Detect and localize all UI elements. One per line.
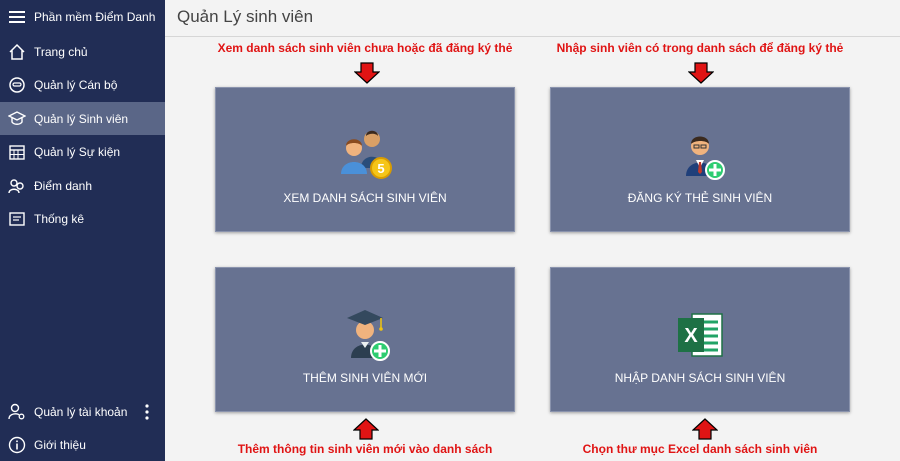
sidebar-item-label: Quản lý Cán bộ bbox=[34, 77, 118, 92]
view-student-list-tile[interactable]: 5 XEM DANH SÁCH SINH VIÊN bbox=[215, 87, 515, 232]
arrow-up-icon bbox=[692, 418, 718, 440]
tile-caption: Nhập sinh viên có trong danh sách để đăn… bbox=[556, 41, 844, 55]
sidebar-item-label: Trang chủ bbox=[34, 44, 88, 59]
tile-label: XEM DANH SÁCH SINH VIÊN bbox=[283, 191, 447, 205]
sidebar-item-label: Quản lý Sự kiện bbox=[34, 144, 121, 159]
person-add-icon bbox=[686, 136, 725, 180]
sidebar-item-attendance[interactable]: Điểm danh bbox=[0, 169, 165, 202]
app-title: Phần mềm Điểm Danh bbox=[34, 9, 156, 24]
sidebar-item-events[interactable]: Quản lý Sự kiện bbox=[0, 135, 165, 168]
svg-text:X: X bbox=[684, 325, 698, 347]
sidebar-item-home[interactable]: Trang chủ bbox=[0, 35, 165, 68]
svg-text:5: 5 bbox=[377, 161, 384, 176]
students-coin-icon: 5 bbox=[341, 130, 392, 179]
sidebar-item-label: Quản lý Sinh viên bbox=[34, 111, 129, 126]
staff-icon bbox=[7, 75, 27, 95]
graduation-cap-icon bbox=[7, 109, 27, 129]
sidebar-item-statistics[interactable]: Thống kê bbox=[0, 202, 165, 235]
info-icon bbox=[7, 435, 27, 455]
header-bar: Quản Lý sinh viên bbox=[165, 0, 900, 37]
sidebar-item-label: Thống kê bbox=[34, 211, 85, 226]
page-title: Quản Lý sinh viên bbox=[177, 7, 314, 26]
menu-toggle[interactable]: Phần mềm Điểm Danh bbox=[0, 0, 165, 33]
excel-icon: X bbox=[678, 313, 723, 357]
hamburger-icon bbox=[7, 7, 27, 27]
sidebar-item-staff[interactable]: Quản lý Cán bộ bbox=[0, 68, 165, 101]
sidebar-item-students[interactable]: Quản lý Sinh viên bbox=[0, 102, 165, 135]
add-new-student-tile[interactable]: THÊM SINH VIÊN MỚI bbox=[215, 267, 515, 412]
import-student-list-tile[interactable]: X NHẬP DANH SÁCH SINH VIÊN bbox=[550, 267, 850, 412]
graduate-add-icon bbox=[347, 310, 390, 361]
arrow-down-icon bbox=[354, 62, 380, 84]
tile-label: ĐĂNG KÝ THẺ SINH VIÊN bbox=[627, 191, 773, 205]
user-settings-icon bbox=[7, 402, 27, 422]
tile-caption: Thêm thông tin sinh viên mới vào danh sá… bbox=[237, 442, 493, 456]
arrow-down-icon bbox=[688, 62, 714, 84]
report-icon bbox=[7, 209, 27, 229]
register-student-card-tile[interactable]: ĐĂNG KÝ THẺ SINH VIÊN bbox=[550, 87, 850, 232]
calendar-icon bbox=[7, 142, 27, 162]
arrow-up-icon bbox=[353, 418, 379, 440]
sidebar-item-label: Quản lý tài khoản bbox=[34, 404, 128, 419]
more-options-icon[interactable] bbox=[139, 403, 155, 421]
sidebar-item-label: Giới thiệu bbox=[34, 437, 86, 452]
sidebar-item-label: Điểm danh bbox=[34, 178, 93, 193]
tile-caption: Xem danh sách sinh viên chưa hoặc đã đăn… bbox=[217, 41, 513, 55]
tile-caption: Chọn thư mục Excel danh sách sinh viên bbox=[582, 442, 818, 456]
sidebar-item-account[interactable]: Quản lý tài khoản bbox=[0, 395, 165, 428]
people-icon bbox=[7, 176, 27, 196]
home-icon bbox=[7, 42, 27, 62]
tile-label: THÊM SINH VIÊN MỚI bbox=[302, 371, 428, 385]
sidebar-item-about[interactable]: Giới thiệu bbox=[0, 428, 165, 461]
tile-label: NHẬP DANH SÁCH SINH VIÊN bbox=[614, 371, 786, 385]
sidebar: Phần mềm Điểm Danh Trang chủ Quản lý Cán… bbox=[0, 0, 165, 461]
